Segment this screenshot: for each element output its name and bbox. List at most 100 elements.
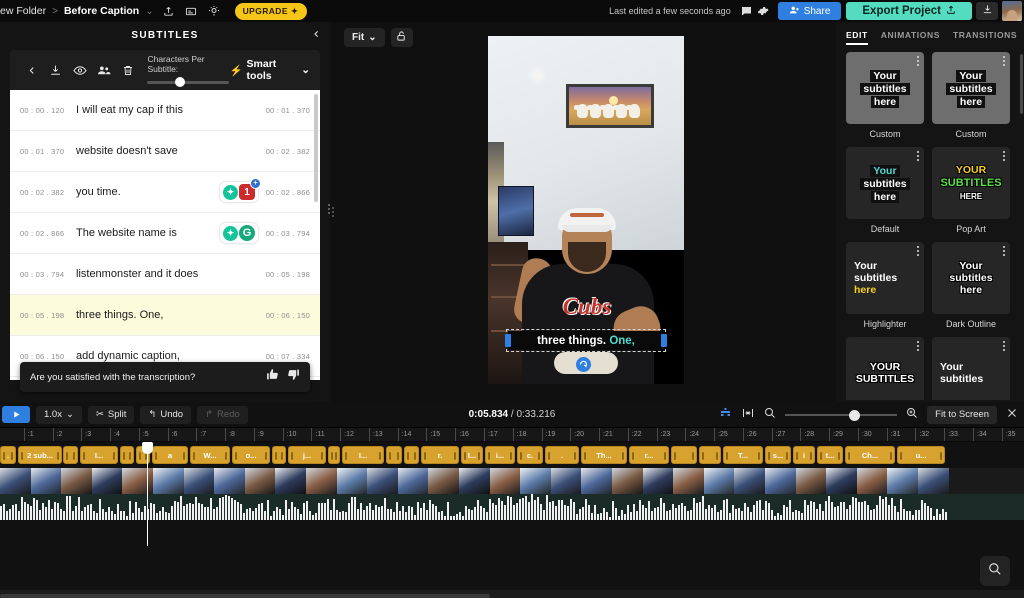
subtitle-clip[interactable]: I... (342, 446, 384, 464)
subtitle-clip[interactable]: W... (190, 446, 230, 464)
timeline-ruler[interactable]: :1:2:3:4:5:6:7:8:9:10:11:12:13:14:15:16:… (0, 428, 1024, 442)
characters-per-subtitle-slider[interactable] (147, 76, 230, 87)
fit-dropdown[interactable]: Fit ⌄ (344, 28, 385, 47)
style-template-card[interactable]: Your subtitles here Custom (932, 52, 1010, 139)
subtitle-row[interactable]: 00 : 03 . 794 listenmonster and it does 00… (10, 254, 320, 295)
subtitle-clip[interactable]: i... (485, 446, 515, 464)
video-canvas[interactable]: Cubs three things. One, (488, 36, 684, 384)
avatar[interactable] (1002, 1, 1022, 21)
zoom-in-icon[interactable] (906, 406, 918, 424)
tab-transitions[interactable]: TRANSITIONS (953, 30, 1017, 45)
idea-badge-icon[interactable]: ✦ (223, 225, 238, 241)
speakers-icon[interactable] (92, 56, 116, 84)
style-template-card[interactable]: Your subtitles here Custom (846, 52, 924, 139)
download-button[interactable] (976, 2, 998, 20)
thumbs-up-icon[interactable] (266, 368, 279, 386)
subtitle-clip[interactable]: T... (723, 446, 763, 464)
subtitle-clip[interactable] (699, 446, 721, 464)
fit-between-markers-icon[interactable] (741, 406, 755, 424)
subtitle-clip[interactable]: Th... (581, 446, 627, 464)
subtitle-text[interactable]: listenmonster and it does (66, 268, 264, 280)
style-template-preview[interactable]: Your subtitles here (932, 52, 1010, 124)
preview-resize-handle[interactable] (330, 202, 335, 222)
more-options-icon[interactable] (1003, 56, 1005, 66)
subtitle-clip[interactable]: 2 sub... (18, 446, 62, 464)
grammarly-badge-icon[interactable]: G (239, 225, 255, 241)
subtitle-text[interactable]: The website name is (66, 227, 220, 239)
caption-icon[interactable] (183, 3, 200, 19)
comment-icon[interactable] (738, 3, 755, 19)
subtitle-row[interactable]: 00 : 01 . 370 website doesn't save 00 : 02… (10, 131, 320, 172)
style-template-card[interactable]: Your subtitles (932, 337, 1010, 400)
idea-icon[interactable] (206, 3, 223, 19)
style-template-card[interactable]: YOUR SUBTITLES (846, 337, 924, 400)
zoom-slider-knob[interactable] (849, 409, 861, 421)
play-button[interactable] (2, 406, 30, 423)
subtitle-badges[interactable]: ✦ 1 + (220, 178, 261, 202)
more-options-icon[interactable] (917, 151, 919, 161)
subtitle-clip[interactable]: u... (897, 446, 945, 464)
fit-to-screen-button[interactable]: Fit to Screen (927, 405, 997, 424)
more-options-icon[interactable] (917, 341, 919, 351)
download-icon[interactable] (44, 56, 68, 84)
subtitle-badges[interactable]: ✦ G (220, 223, 258, 243)
search-button[interactable] (980, 556, 1010, 586)
breadcrumb-project[interactable]: Before Caption (64, 5, 139, 17)
subtitle-text[interactable]: add dynamic caption, (66, 350, 264, 362)
subtitle-clip[interactable]: c. (517, 446, 543, 464)
subtitle-row[interactable]: 00 : 02 . 866 The website name is ✦ G 00 : 0… (10, 213, 320, 254)
subtitle-text[interactable]: you time. (66, 186, 220, 198)
subtitle-text[interactable]: website doesn't save (66, 145, 264, 157)
style-grid-scrollbar[interactable] (1020, 54, 1023, 114)
subtitle-row[interactable]: 00 : 00 . 120 I will eat my cap if this 00… (10, 90, 320, 131)
style-template-preview[interactable]: YOUR SUBTITLES (846, 337, 924, 400)
caption-rotate-handle-icon[interactable] (576, 357, 591, 372)
share-button[interactable]: Share (777, 2, 842, 20)
unlock-button[interactable] (390, 28, 413, 47)
subtitle-clip[interactable]: t... (817, 446, 843, 464)
more-options-icon[interactable] (917, 246, 919, 256)
back-icon[interactable] (20, 56, 44, 84)
zoom-slider[interactable] (785, 409, 898, 421)
subtitle-clip[interactable] (272, 446, 286, 464)
magnet-icon[interactable] (719, 406, 732, 424)
caption-resize-handle-right[interactable] (661, 334, 667, 347)
thumbs-down-icon[interactable] (287, 368, 300, 386)
style-template-preview[interactable]: Your subtitles here (846, 147, 924, 219)
export-project-button[interactable]: Export Project (846, 2, 972, 20)
subtitle-clip[interactable]: s... (765, 446, 791, 464)
subtitle-clip[interactable]: . (545, 446, 579, 464)
caption-overlay[interactable]: three things. One, (505, 329, 667, 352)
breadcrumb-folder[interactable]: ew Folder (0, 5, 46, 17)
tab-edit[interactable]: EDIT (846, 30, 868, 45)
subtitle-clip[interactable] (63, 446, 78, 464)
style-template-grid[interactable]: Your subtitles here Custom Your subtitles here… (836, 46, 1024, 400)
style-template-card[interactable]: YOUR SUBTITLES HERE Pop Art (932, 147, 1010, 234)
style-template-card[interactable]: Your subtitles here Default (846, 147, 924, 234)
style-template-card[interactable]: Your subtitles here Dark Outline (932, 242, 1010, 329)
style-template-preview[interactable]: Your subtitles here (846, 52, 924, 124)
undo-button[interactable]: ↰ Undo (140, 405, 192, 424)
share-icon[interactable] (160, 3, 177, 19)
audio-track[interactable] (0, 494, 1024, 520)
eye-icon[interactable] (68, 56, 92, 84)
subtitle-clip[interactable] (386, 446, 402, 464)
playhead-knob[interactable] (142, 442, 153, 454)
trash-icon[interactable] (116, 56, 140, 84)
collapse-panel-icon[interactable] (312, 27, 321, 45)
video-track[interactable] (0, 468, 1024, 494)
subtitle-list-scrollbar[interactable] (314, 94, 318, 202)
style-template-preview[interactable]: Your subtitles (932, 337, 1010, 400)
tab-animations[interactable]: ANIMATIONS (881, 30, 940, 45)
style-template-preview[interactable]: YOUR SUBTITLES HERE (932, 147, 1010, 219)
split-button[interactable]: ✂ Split (87, 405, 135, 424)
subtitle-clip[interactable]: o... (232, 446, 270, 464)
chevron-down-icon[interactable]: ⌄ (145, 6, 153, 17)
subtitle-list[interactable]: 00 : 00 . 120 I will eat my cap if this 00… (10, 90, 320, 380)
smart-tools-button[interactable]: ⚡ Smart tools ⌄ (229, 58, 310, 82)
more-options-icon[interactable] (1003, 341, 1005, 351)
error-count-badge[interactable]: 1 + (239, 178, 261, 200)
subtitle-clip[interactable]: I... (461, 446, 483, 464)
subtitle-clip[interactable]: r. (421, 446, 459, 464)
subtitle-clip[interactable]: Ch... (845, 446, 895, 464)
